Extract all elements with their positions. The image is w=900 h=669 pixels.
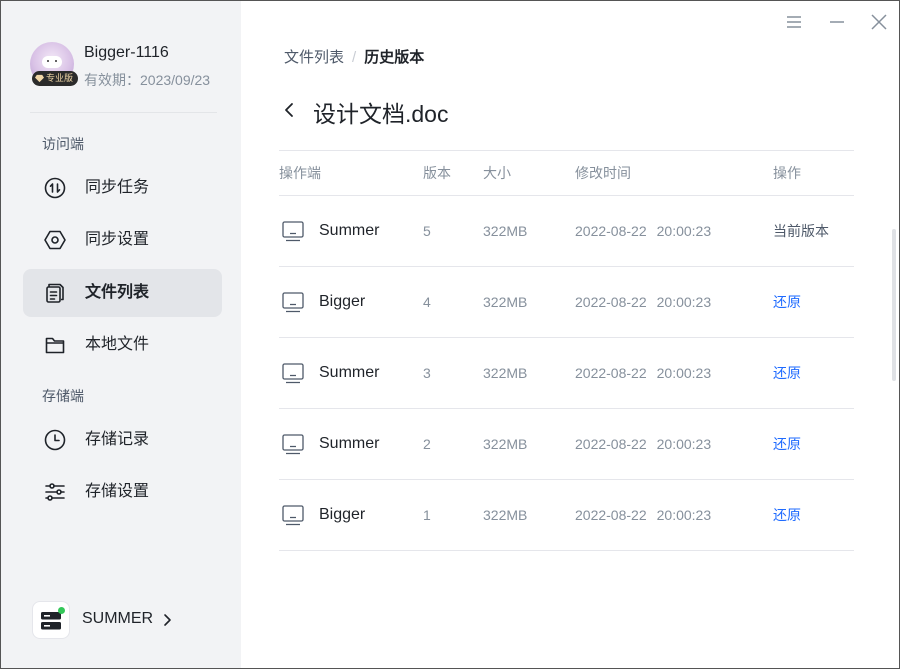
modified-date: 2022-08-22 — [575, 436, 647, 452]
breadcrumb-current: 历史版本 — [364, 49, 425, 66]
pro-badge-label: 专业版 — [46, 73, 74, 83]
header-modified: 修改时间 — [575, 165, 631, 181]
table-row: Summer 3 322MB 2022-08-22 20:00:23 还原 — [279, 338, 854, 409]
version-history-table: 操作端 版本 大小 修改时间 操作 Summer 5 322MB 2022-08… — [279, 150, 854, 551]
modified-clock: 20:00:23 — [656, 436, 712, 452]
menu-icon[interactable] — [784, 12, 804, 32]
computer-icon — [282, 505, 304, 526]
folder-icon — [45, 337, 65, 354]
current-version-label: 当前版本 — [773, 223, 829, 239]
sync-icon — [44, 177, 66, 199]
sidebar-item-label: 同步任务 — [85, 179, 150, 196]
computer-icon — [282, 363, 304, 384]
user-profile[interactable]: 专业版 Bigger-1116 有效期：2023/09/23 — [30, 41, 230, 91]
version-number: 2 — [423, 436, 431, 452]
modified-time: 2022-08-22 20:00:23 — [575, 480, 711, 550]
client-name: Bigger — [319, 293, 366, 310]
file-size: 322MB — [483, 436, 528, 452]
modified-clock: 20:00:23 — [656, 507, 712, 523]
version-number: 5 — [423, 223, 431, 239]
modified-date: 2022-08-22 — [575, 223, 647, 239]
table-row: Summer 5 322MB 2022-08-22 20:00:23 当前版本 — [279, 196, 854, 267]
computer-icon — [282, 221, 304, 242]
sidebar-item-storage-settings[interactable]: 存储设置 — [23, 468, 222, 516]
vertical-scrollbar[interactable] — [892, 229, 896, 381]
chevron-right-icon — [164, 614, 171, 626]
back-icon[interactable] — [281, 99, 299, 121]
table-row: Bigger 1 322MB 2022-08-22 20:00:23 还原 — [279, 480, 854, 551]
restore-link[interactable]: 还原 — [773, 409, 801, 479]
section-label-access: 访问端 — [42, 136, 84, 152]
device-icon — [32, 601, 70, 639]
version-number: 4 — [423, 294, 431, 310]
restore-link[interactable]: 还原 — [773, 338, 801, 408]
sidebar-item-label: 存储设置 — [85, 483, 150, 500]
server-icon — [41, 612, 61, 630]
hexagon-settings-icon — [44, 230, 66, 250]
client-name: Summer — [319, 222, 380, 239]
sidebar-divider — [30, 112, 217, 113]
modified-date: 2022-08-22 — [575, 365, 647, 381]
restore-link[interactable]: 还原 — [773, 267, 801, 337]
header-size: 大小 — [483, 165, 511, 181]
sidebar-item-local-files[interactable]: 本地文件 — [23, 321, 222, 369]
computer-icon — [282, 292, 304, 313]
client-name: Summer — [319, 435, 380, 452]
modified-time: 2022-08-22 20:00:23 — [575, 267, 711, 337]
close-icon[interactable] — [869, 12, 889, 32]
header-action: 操作 — [773, 165, 801, 181]
sidebar-item-label: 本地文件 — [85, 336, 150, 353]
modified-time: 2022-08-22 20:00:23 — [575, 409, 711, 479]
sidebar-item-label: 存储记录 — [85, 431, 150, 448]
file-list-icon — [46, 283, 64, 303]
sidebar-item-storage-records[interactable]: 存储记录 — [23, 416, 222, 464]
sidebar-item-label: 同步设置 — [85, 231, 150, 248]
modified-date: 2022-08-22 — [575, 507, 647, 523]
sidebar-item-sync-settings[interactable]: 同步设置 — [23, 216, 222, 264]
computer-icon — [282, 434, 304, 455]
header-client: 操作端 — [279, 165, 321, 181]
modified-date: 2022-08-22 — [575, 294, 647, 310]
modified-clock: 20:00:23 — [656, 294, 712, 310]
diamond-icon — [35, 74, 44, 83]
breadcrumb: 文件列表 / 历史版本 — [284, 46, 424, 67]
sidebar: 专业版 Bigger-1116 有效期：2023/09/23 访问端 同步任务 … — [1, 1, 241, 668]
online-status-dot — [58, 607, 65, 614]
minimize-icon[interactable] — [827, 12, 847, 32]
header-version: 版本 — [423, 165, 451, 181]
modified-clock: 20:00:23 — [656, 365, 712, 381]
modified-time: 2022-08-22 20:00:23 — [575, 338, 711, 408]
breadcrumb-file-list[interactable]: 文件列表 — [284, 49, 344, 66]
sliders-icon — [45, 483, 65, 501]
sidebar-item-label: 文件列表 — [85, 284, 150, 301]
app-window: 专业版 Bigger-1116 有效期：2023/09/23 访问端 同步任务 … — [1, 1, 899, 668]
table-header: 操作端 版本 大小 修改时间 操作 — [279, 150, 854, 196]
modified-clock: 20:00:23 — [656, 223, 712, 239]
sidebar-item-sync-tasks[interactable]: 同步任务 — [23, 164, 222, 212]
version-number: 1 — [423, 507, 431, 523]
file-size: 322MB — [483, 294, 528, 310]
client-name: Bigger — [319, 506, 366, 523]
device-switcher[interactable]: SUMMER — [32, 601, 222, 641]
username: Bigger-1116 — [84, 44, 169, 61]
section-label-storage: 存储端 — [42, 388, 84, 404]
sidebar-item-file-list[interactable]: 文件列表 — [23, 269, 222, 317]
device-name: SUMMER — [82, 610, 154, 627]
page-title: 设计文档.doc — [313, 101, 449, 127]
pro-badge: 专业版 — [32, 71, 79, 86]
breadcrumb-separator: / — [352, 49, 357, 66]
clock-icon — [44, 429, 66, 451]
modified-time: 2022-08-22 20:00:23 — [575, 196, 711, 266]
restore-link[interactable]: 还原 — [773, 480, 801, 550]
expire-date: 有效期：2023/09/23 — [84, 72, 211, 88]
file-size: 322MB — [483, 507, 528, 523]
version-number: 3 — [423, 365, 431, 381]
table-row: Bigger 4 322MB 2022-08-22 20:00:23 还原 — [279, 267, 854, 338]
file-size: 322MB — [483, 223, 528, 239]
client-name: Summer — [319, 364, 380, 381]
table-row: Summer 2 322MB 2022-08-22 20:00:23 还原 — [279, 409, 854, 480]
file-size: 322MB — [483, 365, 528, 381]
